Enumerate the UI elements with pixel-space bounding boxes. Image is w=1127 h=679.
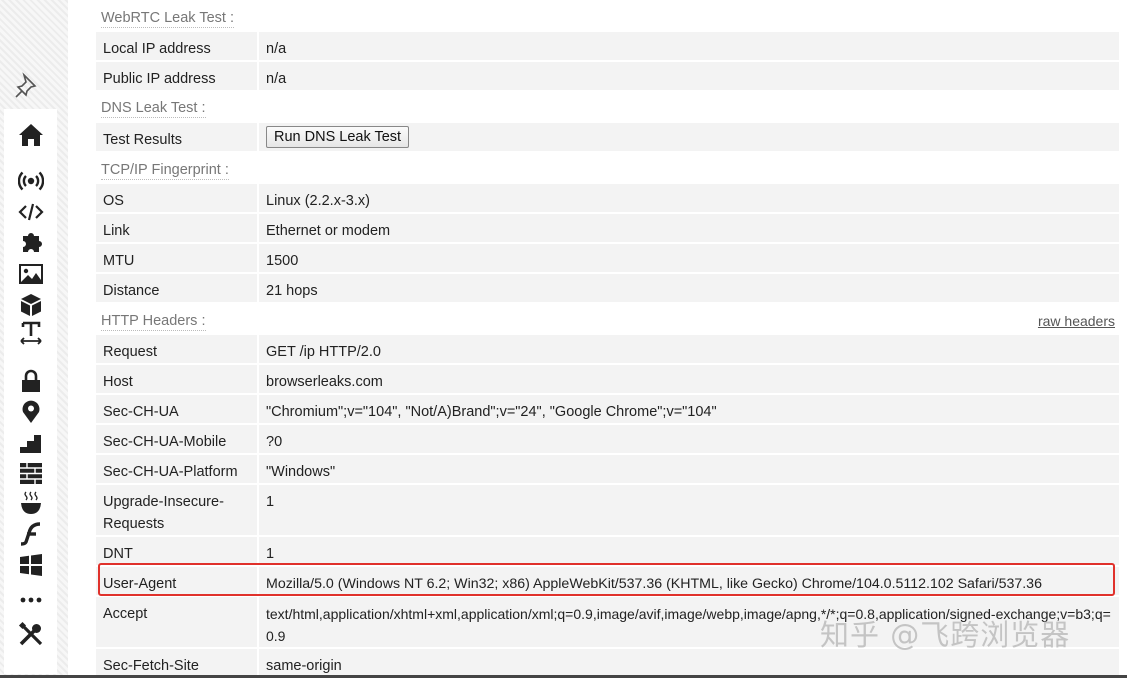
row-key: MTU [103, 253, 135, 269]
row-value: Mozilla/5.0 (Windows NT 6.2; Win32; x86)… [266, 576, 1042, 592]
section-header-dns: DNS Leak Test : [96, 92, 1119, 123]
row-value: 21 hops [266, 283, 318, 299]
row-value: 1 [266, 546, 275, 562]
main-content: WebRTC Leak Test : Local IP address n/a … [96, 0, 1119, 679]
row-key: Public IP address [103, 71, 216, 87]
section-header-http: HTTP Headers : raw headers [96, 304, 1119, 335]
sidebar [4, 109, 57, 674]
row-value: Ethernet or modem [266, 223, 391, 239]
table-row-user-agent: User-Agent Mozilla/5.0 (Windows NT 6.2; … [96, 567, 1119, 597]
table-row: Test Results Run DNS Leak Test [96, 123, 1119, 153]
table-row: Local IP address n/a [96, 32, 1119, 62]
row-value: same-origin [266, 658, 342, 674]
row-value: 1500 [266, 253, 299, 269]
row-key: Local IP address [103, 41, 211, 57]
puzzle-icon[interactable] [18, 230, 44, 256]
flash-icon[interactable] [18, 521, 44, 547]
row-value: GET /ip HTTP/2.0 [266, 344, 381, 360]
row-key: Distance [103, 283, 160, 299]
row-value: 1 [266, 494, 275, 510]
tools-icon[interactable] [18, 621, 44, 647]
table-row: Sec-CH-UA-Platform "Windows" [96, 455, 1119, 485]
row-key: DNT [103, 546, 133, 562]
coffee-icon[interactable] [18, 490, 44, 516]
windows-icon[interactable] [18, 552, 44, 578]
row-key: Link [103, 223, 130, 239]
row-key: Sec-CH-UA [103, 404, 179, 420]
bricks-icon[interactable] [18, 460, 44, 486]
broadcast-icon[interactable] [18, 168, 44, 194]
table-row: MTU 1500 [96, 244, 1119, 274]
row-key: Test Results [103, 132, 182, 148]
row-value: "Chromium";v="104", "Not/A)Brand";v="24"… [266, 404, 717, 420]
table-row: Host browserleaks.com [96, 365, 1119, 395]
more-icon[interactable] [18, 587, 44, 613]
table-row: DNT 1 [96, 537, 1119, 567]
section-title: DNS Leak Test : [101, 100, 206, 118]
table-row: Accept text/html,application/xhtml+xml,a… [96, 597, 1119, 649]
table-row: OS Linux (2.2.x-3.x) [96, 184, 1119, 214]
home-icon[interactable] [18, 122, 44, 148]
pin-icon[interactable] [13, 72, 41, 100]
section-title: WebRTC Leak Test : [101, 10, 234, 28]
row-key: Host [103, 374, 133, 390]
cube-icon[interactable] [18, 292, 44, 318]
table-row: Sec-CH-UA-Mobile ?0 [96, 425, 1119, 455]
table-row: Sec-CH-UA "Chromium";v="104", "Not/A)Bra… [96, 395, 1119, 425]
row-value: ?0 [266, 434, 283, 450]
table-row: Request GET /ip HTTP/2.0 [96, 335, 1119, 365]
row-key: Sec-Fetch-Site [103, 658, 199, 674]
row-value: "Windows" [266, 464, 336, 480]
row-value: Linux (2.2.x-3.x) [266, 193, 370, 209]
section-header-tcpip: TCP/IP Fingerprint : [96, 153, 1119, 184]
row-key: Upgrade-Insecure-Requests [103, 494, 224, 532]
text-width-icon[interactable] [18, 320, 44, 346]
section-title: TCP/IP Fingerprint : [101, 162, 229, 180]
row-key: User-Agent [103, 576, 177, 592]
table-row: Distance 21 hops [96, 274, 1119, 304]
section-title: HTTP Headers : [101, 313, 206, 331]
row-key: Sec-CH-UA-Mobile [103, 434, 227, 450]
image-icon[interactable] [18, 261, 44, 287]
table-row: Upgrade-Insecure-Requests 1 [96, 485, 1119, 537]
run-dns-leak-test-button[interactable]: Run DNS Leak Test [266, 126, 410, 148]
row-key: Sec-CH-UA-Platform [103, 464, 238, 480]
row-value: browserleaks.com [266, 374, 383, 390]
table-row: Link Ethernet or modem [96, 214, 1119, 244]
row-value: text/html,application/xhtml+xml,applicat… [266, 606, 1111, 644]
section-header-webrtc: WebRTC Leak Test : [96, 0, 1119, 32]
row-value: n/a [266, 41, 287, 57]
row-key: Request [103, 344, 158, 360]
table-row: Public IP address n/a [96, 62, 1119, 92]
row-value: n/a [266, 71, 287, 87]
stairs-icon[interactable] [18, 429, 44, 455]
code-icon[interactable] [18, 199, 44, 225]
row-key: Accept [103, 606, 148, 622]
lock-icon[interactable] [18, 368, 44, 394]
row-key: OS [103, 193, 124, 209]
map-pin-icon[interactable] [18, 399, 44, 425]
raw-headers-link[interactable]: raw headers [1038, 313, 1115, 329]
